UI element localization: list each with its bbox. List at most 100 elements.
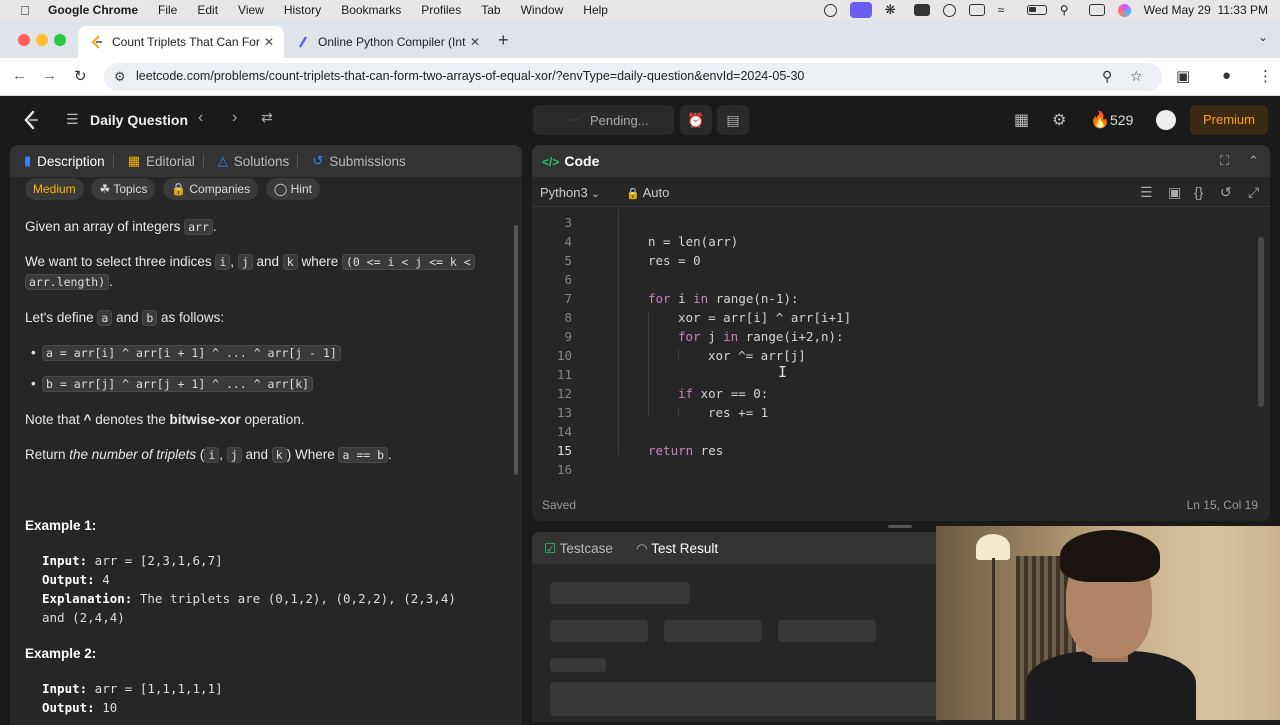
- tab-leetcode[interactable]: Count Triplets That Can Form ✕: [78, 26, 284, 58]
- site-info-icon[interactable]: ⚙: [114, 69, 126, 85]
- menu-bookmarks[interactable]: Bookmarks: [341, 3, 401, 17]
- settings-gear-icon[interactable]: ⚙: [1052, 110, 1066, 130]
- display-icon[interactable]: [968, 4, 985, 16]
- premium-button[interactable]: Premium: [1190, 105, 1268, 135]
- divider: [297, 154, 299, 168]
- profile-icon[interactable]: ●: [1222, 67, 1231, 84]
- apple-icon[interactable]: : [16, 3, 34, 18]
- tab-solutions[interactable]: △ Solutions: [218, 153, 290, 169]
- line-number: 7: [564, 291, 572, 306]
- layout-icon[interactable]: ▦: [1014, 110, 1029, 130]
- prev-problem-icon[interactable]: ‹: [198, 109, 203, 127]
- bookmark-star-icon[interactable]: ☆: [1130, 68, 1143, 85]
- tab-submissions[interactable]: ↺ Submissions: [312, 153, 405, 169]
- tab-editorial[interactable]: ▦ Editorial: [128, 153, 195, 169]
- forward-icon[interactable]: →: [42, 67, 57, 84]
- more-menu-icon[interactable]: ⋮: [1258, 67, 1273, 85]
- reset-icon[interactable]: ↺: [1220, 184, 1232, 201]
- code-editor[interactable]: 3 4 n = len(arr) 5 res = 0 6 7 for i in …: [532, 209, 1270, 479]
- menu-history[interactable]: History: [284, 3, 321, 17]
- new-tab-icon[interactable]: +: [498, 30, 509, 51]
- value: arr = [2,3,1,6,7]: [87, 553, 223, 568]
- flask-icon: △: [217, 153, 228, 168]
- lamp-shape: [976, 534, 1010, 560]
- back-icon[interactable]: ←: [12, 67, 27, 84]
- checkbox-icon: ☑: [544, 541, 557, 556]
- alarm-icon[interactable]: ⏰: [680, 105, 712, 135]
- hint-tag[interactable]: ◯ Hint: [265, 178, 320, 200]
- status-icon[interactable]: [823, 3, 837, 17]
- indent-guide: [678, 349, 679, 359]
- next-problem-icon[interactable]: ›: [232, 109, 237, 127]
- menu-profiles[interactable]: Profiles: [421, 3, 461, 17]
- siri-icon[interactable]: [1117, 3, 1131, 17]
- notes-icon[interactable]: ▤: [717, 105, 749, 135]
- tab-description[interactable]: ▮ Description: [24, 153, 105, 169]
- tag-label: Topics: [113, 182, 148, 196]
- zoom-icon[interactable]: ⚲: [1102, 68, 1112, 85]
- clock[interactable]: Wed May 29 11:33 PM: [1144, 3, 1268, 17]
- loading-icon: ◠: [636, 541, 648, 556]
- menu-window[interactable]: Window: [521, 3, 564, 17]
- menu-view[interactable]: View: [238, 3, 264, 17]
- chevron-down-icon[interactable]: ⌄: [1258, 30, 1268, 44]
- app-name[interactable]: Google Chrome: [48, 3, 138, 17]
- app-status-icon[interactable]: [913, 4, 930, 16]
- fullscreen-icon[interactable]: ⤢: [1248, 184, 1259, 201]
- close-window-button[interactable]: [18, 34, 30, 46]
- avatar[interactable]: [1156, 110, 1176, 130]
- editor-scrollbar[interactable]: [1258, 237, 1264, 407]
- address-bar[interactable]: ⚙ leetcode.com/problems/count-triplets-t…: [104, 63, 1162, 91]
- extensions-icon[interactable]: ▣: [1176, 67, 1190, 85]
- wifi-icon[interactable]: ≈: [998, 4, 1014, 16]
- menu-edit[interactable]: Edit: [197, 3, 218, 17]
- indent-guide: [648, 311, 649, 415]
- inline-code: arr.length): [25, 274, 110, 290]
- problem-list-icon[interactable]: ☰: [66, 111, 79, 128]
- run-status-box[interactable]: ⋯ Pending...: [533, 105, 674, 135]
- zoom-window-button[interactable]: [54, 34, 66, 46]
- line-number: 9: [564, 329, 572, 344]
- reload-icon[interactable]: ↻: [74, 67, 87, 85]
- description-paragraph: Let's define a and b as follows:: [25, 308, 224, 328]
- example-output: Output: 4: [42, 570, 110, 590]
- tag-label: Hint: [290, 182, 312, 196]
- auto-mode[interactable]: 🔒 Auto: [626, 185, 669, 200]
- leetcode-logo-icon[interactable]: [22, 110, 40, 130]
- tab-test-result[interactable]: ◠ Test Result: [636, 541, 718, 557]
- difficulty-badge[interactable]: Medium: [25, 178, 84, 200]
- format-icon[interactable]: ☰: [1140, 184, 1153, 201]
- braces-icon[interactable]: {}: [1194, 184, 1203, 200]
- text: and: [112, 310, 143, 325]
- keyword: for: [678, 329, 701, 344]
- collapse-icon[interactable]: ⌃: [1248, 153, 1259, 169]
- bookmark-icon[interactable]: ▣: [1168, 184, 1181, 201]
- battery-icon[interactable]: [1026, 5, 1047, 15]
- scrollbar[interactable]: [514, 225, 518, 475]
- shuffle-icon[interactable]: ⇄: [261, 109, 273, 126]
- search-icon[interactable]: ⚲: [1060, 4, 1076, 16]
- language-select[interactable]: Python3 ⌄: [540, 185, 600, 200]
- example-input: Input: arr = [2,3,1,6,7]: [42, 551, 223, 571]
- tab-python-compiler[interactable]: Online Python Compiler (Inter ✕: [284, 26, 490, 58]
- menu-file[interactable]: File: [158, 3, 177, 17]
- companies-tag[interactable]: 🔒 Companies: [163, 178, 259, 200]
- panel-resize-handle[interactable]: [888, 525, 912, 528]
- close-tab-icon[interactable]: ✕: [470, 35, 480, 49]
- screen-record-icon[interactable]: [849, 2, 872, 18]
- menu-help[interactable]: Help: [583, 3, 608, 17]
- fan-icon[interactable]: ❋: [885, 3, 901, 16]
- url-text[interactable]: leetcode.com/problems/count-triplets-tha…: [136, 69, 804, 83]
- close-tab-icon[interactable]: ✕: [264, 35, 274, 49]
- tab-title: Online Python Compiler (Inter: [318, 35, 466, 49]
- maximize-icon[interactable]: ⛶: [1220, 153, 1229, 169]
- airdrop-icon[interactable]: [942, 3, 956, 17]
- tab-testcase[interactable]: ☑ Testcase: [544, 541, 613, 557]
- menu-tab[interactable]: Tab: [481, 3, 500, 17]
- control-center-icon[interactable]: [1088, 4, 1105, 16]
- daily-question-link[interactable]: Daily Question: [90, 112, 188, 128]
- minimize-window-button[interactable]: [36, 34, 48, 46]
- label: Output:: [42, 572, 95, 587]
- streak-count[interactable]: 529: [1110, 112, 1133, 128]
- topics-tag[interactable]: ☘ Topics: [91, 178, 156, 200]
